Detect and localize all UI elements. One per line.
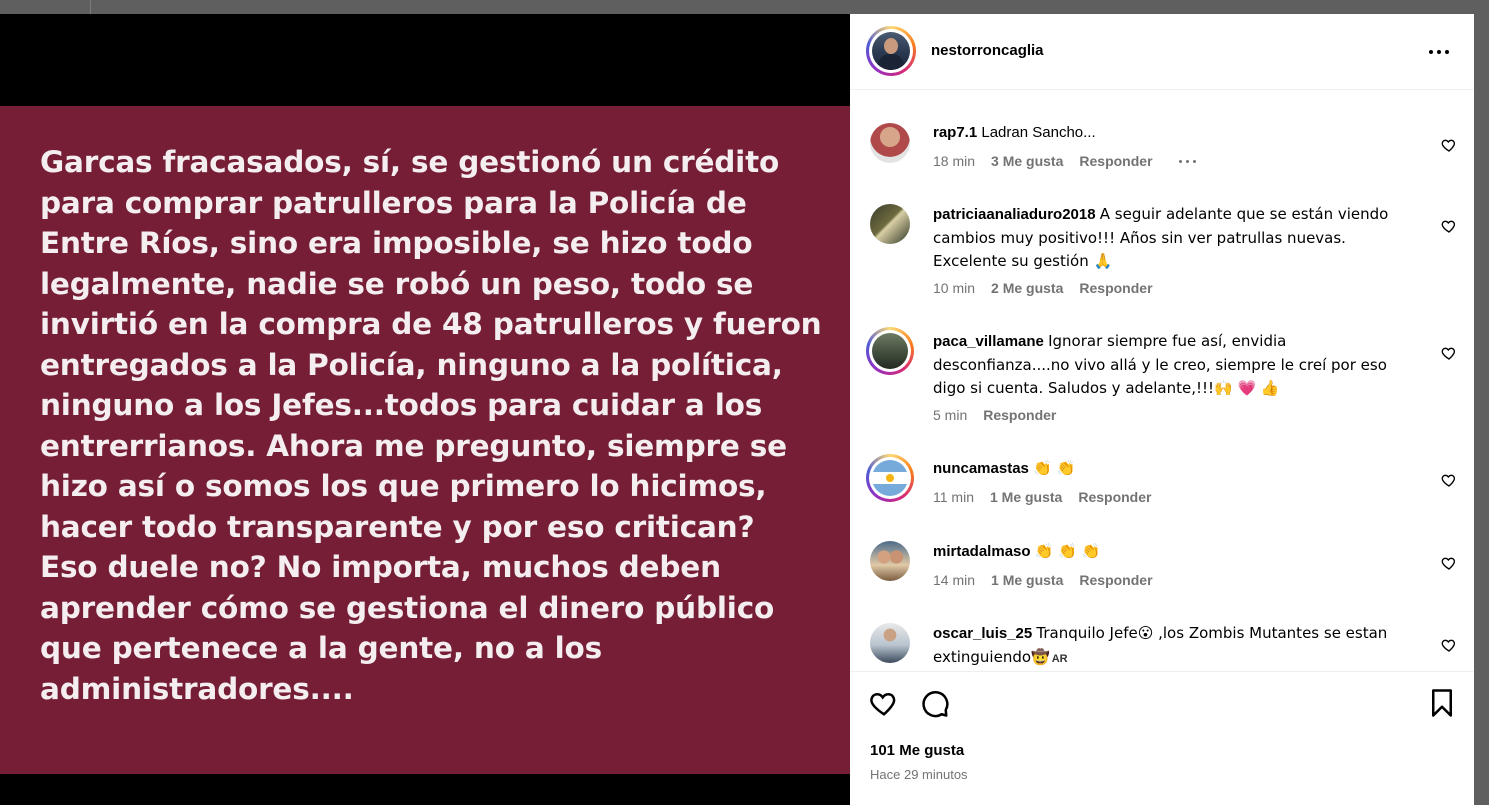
comment-meta: 14 min 1 Me gusta Responder — [933, 572, 1169, 588]
comment-like-heart-icon[interactable] — [1441, 218, 1457, 234]
comment-meta: 10 min 2 Me gusta Responder — [933, 280, 1169, 296]
post-side-panel: nestorroncaglia rap7.1 Ladran Sancho... … — [850, 14, 1474, 805]
author-username[interactable]: nestorroncaglia — [931, 42, 1044, 59]
comment-like-heart-icon[interactable] — [1441, 637, 1457, 653]
comment-username[interactable]: nuncamastas — [933, 460, 1029, 477]
comment-meta: 11 min 1 Me gusta Responder — [933, 489, 1167, 505]
comment-likes[interactable]: 1 Me gusta — [991, 572, 1063, 588]
comment-text: oscar_luis_25 Tranquilo Jefe😮 ,los Zombi… — [933, 622, 1413, 670]
comment-like-heart-icon[interactable] — [1441, 345, 1457, 361]
comment-content: 👏 👏 — [1033, 459, 1076, 477]
comment-text: patriciaanaliaduro2018 A seguir adelante… — [933, 203, 1413, 274]
more-horizontal-icon[interactable] — [1427, 40, 1451, 64]
commenter-avatar[interactable] — [866, 454, 914, 502]
comment-content: Ladran Sancho... — [981, 124, 1096, 141]
comment-text: nuncamastas 👏 👏 — [933, 457, 1413, 481]
heart-icon[interactable] — [869, 688, 899, 718]
reply-button[interactable]: Responder — [1079, 280, 1152, 296]
comment-time[interactable]: 5 min — [933, 407, 967, 423]
reply-button[interactable]: Responder — [983, 407, 1056, 423]
comment-meta: 5 min Responder — [933, 407, 1072, 423]
comment-username[interactable]: mirtadalmaso — [933, 543, 1031, 560]
comment-like-heart-icon[interactable] — [1441, 555, 1457, 571]
post-media: Garcas fracasados, sí, se gestionó un cr… — [0, 14, 850, 805]
comment-like-heart-icon[interactable] — [1441, 472, 1457, 488]
post-header: nestorroncaglia — [850, 14, 1474, 90]
comment-username[interactable]: patriciaanaliaduro2018 — [933, 206, 1096, 223]
author-avatar[interactable] — [866, 26, 916, 76]
comment-time[interactable]: 11 min — [933, 489, 974, 505]
commenter-avatar[interactable] — [866, 327, 914, 375]
post-likes-count[interactable]: 101 Me gusta — [870, 742, 964, 759]
comment-text: rap7.1 Ladran Sancho... — [933, 122, 1413, 145]
region-badge: AR — [1051, 652, 1068, 665]
comment-username[interactable]: oscar_luis_25 — [933, 625, 1032, 642]
reply-button[interactable]: Responder — [1079, 153, 1152, 169]
comment-username[interactable]: rap7.1 — [933, 124, 977, 141]
comment-content: 👏 👏 👏 — [1034, 542, 1101, 560]
comment-options-icon[interactable] — [1178, 159, 1196, 163]
reply-button[interactable]: Responder — [1079, 572, 1152, 588]
comment-likes[interactable]: 3 Me gusta — [991, 153, 1063, 169]
comment-time[interactable]: 10 min — [933, 280, 975, 296]
comment-icon[interactable] — [920, 688, 950, 718]
comment-like-heart-icon[interactable] — [1441, 137, 1457, 153]
comment-meta: 18 min 3 Me gusta Responder — [933, 153, 1212, 169]
divider — [90, 0, 91, 14]
commenter-avatar[interactable] — [866, 537, 914, 585]
backdrop-gutter — [1474, 14, 1489, 805]
commenter-avatar[interactable] — [866, 119, 914, 167]
bookmark-icon[interactable] — [1427, 688, 1457, 718]
post-actions-bar: 101 Me gusta Hace 29 minutos — [850, 671, 1474, 805]
comment-likes[interactable]: 1 Me gusta — [990, 489, 1062, 505]
comment-text: mirtadalmaso 👏 👏 👏 — [933, 540, 1413, 564]
comment-text: paca_villamane Ignorar siempre fue así, … — [933, 330, 1413, 401]
commenter-avatar[interactable] — [866, 619, 914, 667]
commenter-avatar[interactable] — [866, 200, 914, 248]
post-timestamp[interactable]: Hace 29 minutos — [870, 767, 968, 782]
reply-button[interactable]: Responder — [1078, 489, 1151, 505]
post-image-text: Garcas fracasados, sí, se gestionó un cr… — [40, 145, 822, 706]
comment-likes[interactable]: 2 Me gusta — [991, 280, 1063, 296]
window-top-strip — [0, 0, 1489, 14]
comment-time[interactable]: 18 min — [933, 153, 975, 169]
comments-list[interactable]: rap7.1 Ladran Sancho... 18 min 3 Me gust… — [850, 91, 1474, 671]
comment-time[interactable]: 14 min — [933, 572, 975, 588]
post-image-card: Garcas fracasados, sí, se gestionó un cr… — [0, 106, 850, 774]
comment-username[interactable]: paca_villamane — [933, 333, 1044, 350]
